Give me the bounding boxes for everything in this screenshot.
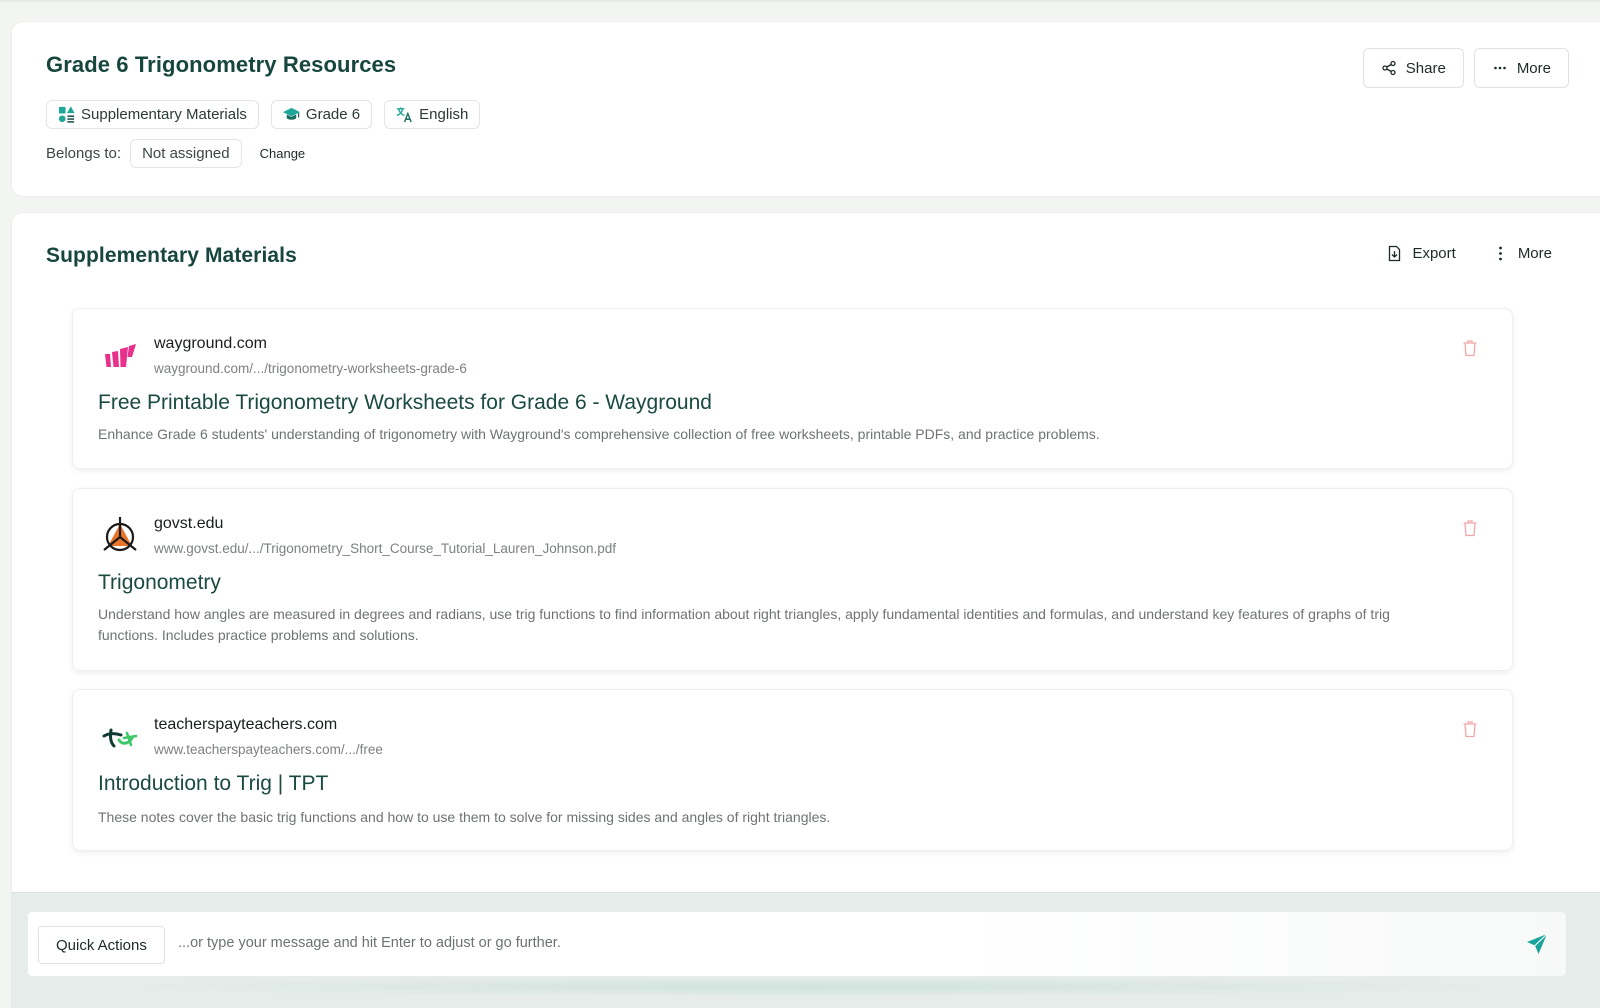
export-file-icon: [1389, 245, 1401, 262]
tag-supplementary-materials: Supplementary Materials: [46, 100, 259, 129]
share-label: Share: [1405, 59, 1446, 77]
trash-icon[interactable]: [1462, 519, 1478, 537]
tpt-logo-icon: [99, 716, 141, 758]
section-more-button[interactable]: More: [1492, 245, 1552, 262]
bottom-glow: [111, 977, 1511, 997]
graduation-cap-icon: [282, 107, 300, 120]
send-icon[interactable]: [1525, 932, 1549, 956]
resource-title[interactable]: Free Printable Trigonometry Worksheets f…: [98, 391, 712, 415]
chat-area: Quick Actions: [11, 892, 1600, 1008]
quick-actions-button[interactable]: Quick Actions: [38, 926, 165, 964]
section-more-label: More: [1517, 245, 1552, 262]
resource-item[interactable]: teacherspayteachers.com www.teacherspayt…: [72, 689, 1513, 851]
wayground-logo-icon: [99, 335, 141, 377]
export-button[interactable]: Export: [1386, 245, 1456, 262]
tag-label: Grade 6: [305, 106, 361, 123]
resource-header-card: Grade 6 Trigonometry Resources Share Mor…: [11, 21, 1600, 197]
header-more-label: More: [1516, 59, 1551, 77]
resource-title[interactable]: Trigonometry: [98, 571, 221, 595]
trash-icon[interactable]: [1462, 339, 1478, 357]
resource-domain: govst.edu: [154, 515, 224, 532]
resource-description: Enhance Grade 6 students' understanding …: [98, 426, 1100, 442]
materials-icon: [58, 106, 75, 123]
resource-item[interactable]: wayground.com wayground.com/.../trigonom…: [72, 308, 1513, 469]
export-label: Export: [1412, 245, 1456, 262]
belongs-to-label: Belongs to:: [46, 145, 122, 162]
resource-item[interactable]: govst.edu www.govst.edu/.../Trigonometry…: [72, 488, 1513, 671]
ellipsis-horizontal-icon: [1494, 66, 1506, 70]
section-title: Supplementary Materials: [46, 244, 297, 267]
tag-language: English: [384, 100, 481, 129]
tag-list: Supplementary Materials Grade 6 English: [46, 100, 481, 129]
resource-url[interactable]: wayground.com/.../trigonometry-worksheet…: [154, 361, 467, 376]
header-more-button[interactable]: More: [1473, 48, 1569, 88]
supplementary-materials-card: Supplementary Materials Export More wayg…: [11, 212, 1600, 1008]
header-actions: Share More: [1362, 48, 1569, 88]
resource-url[interactable]: www.teacherspayteachers.com/.../free: [154, 742, 383, 757]
resource-description: These notes cover the basic trig functio…: [98, 809, 831, 825]
resource-url[interactable]: www.govst.edu/.../Trigonometry_Short_Cou…: [154, 541, 616, 556]
belongs-to-row: Belongs to: Not assigned Change: [46, 139, 305, 168]
resource-title[interactable]: Introduction to Trig | TPT: [98, 772, 328, 796]
chat-input[interactable]: [178, 926, 1478, 960]
section-actions: Export More: [1386, 245, 1552, 262]
change-link[interactable]: Change: [260, 146, 306, 161]
top-divider: [0, 0, 1600, 2]
translate-icon: [396, 107, 412, 123]
resource-domain: wayground.com: [154, 335, 267, 352]
tag-label: Supplementary Materials: [81, 106, 247, 123]
govst-logo-icon: [99, 515, 141, 557]
share-icon: [1382, 60, 1396, 76]
share-button[interactable]: Share: [1362, 48, 1464, 88]
belongs-to-value: Not assigned: [130, 139, 242, 168]
ellipsis-vertical-icon: [1498, 246, 1502, 261]
chat-box: Quick Actions: [28, 912, 1566, 976]
tag-grade: Grade 6: [270, 100, 373, 129]
trash-icon[interactable]: [1462, 720, 1478, 738]
page-title: Grade 6 Trigonometry Resources: [46, 52, 397, 77]
tag-label: English: [419, 106, 469, 123]
resource-description: Understand how angles are measured in de…: [98, 606, 1390, 643]
resource-domain: teacherspayteachers.com: [154, 716, 338, 733]
